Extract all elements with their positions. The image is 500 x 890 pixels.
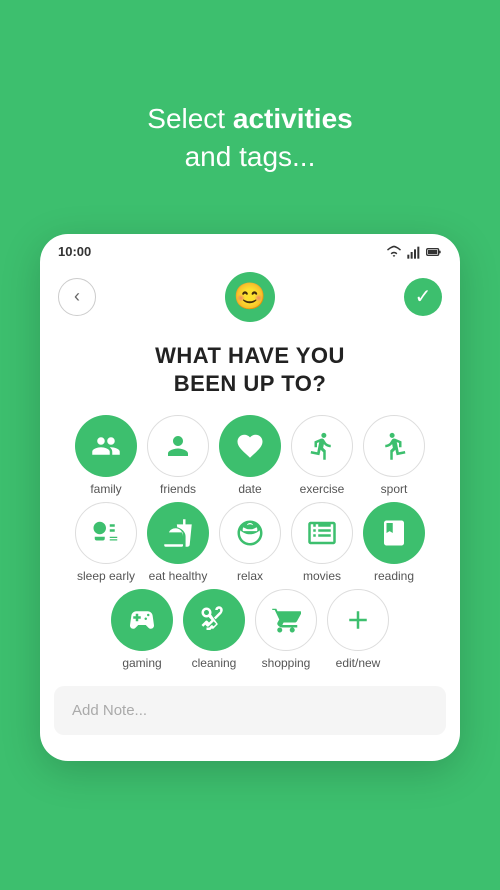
family-icon [91,431,121,461]
reading-circle [363,502,425,564]
activities-grid: family friends date [40,415,460,670]
date-label: date [238,482,261,496]
cleaning-circle [183,589,245,651]
friends-icon [163,431,193,461]
relax-icon [235,518,265,548]
movies-label: movies [303,569,341,583]
activity-eat-healthy[interactable]: eat healthy [147,502,209,583]
activity-movies[interactable]: movies [291,502,353,583]
activity-reading[interactable]: reading [363,502,425,583]
emoji-icon: 😊 [225,272,275,322]
activity-row-1: family friends date [75,415,425,496]
date-circle [219,415,281,477]
activity-friends[interactable]: friends [147,415,209,496]
shopping-icon [271,605,301,635]
sport-circle [363,415,425,477]
eat-circle [147,502,209,564]
signal-icon [406,244,422,260]
reading-label: reading [374,569,414,583]
activity-exercise[interactable]: exercise [291,415,353,496]
header-text: Select activities and tags... [147,100,352,176]
emoji-face: 😊 [234,281,266,312]
family-label: family [90,482,121,496]
plus-icon [343,605,373,635]
activity-sleep-early[interactable]: sleep early [75,502,137,583]
cleaning-label: cleaning [192,656,237,670]
exercise-icon [307,431,337,461]
battery-icon [426,244,442,260]
activity-row-3: gaming cleaning shopping [111,589,389,670]
activity-row-2: sleep early eat healthy relax [75,502,425,583]
sport-icon [379,431,409,461]
sleep-icon [91,518,121,548]
wifi-icon [386,244,402,260]
activity-gaming[interactable]: gaming [111,589,173,670]
gaming-circle [111,589,173,651]
sleep-circle [75,502,137,564]
gaming-icon [127,605,157,635]
eat-label: eat healthy [149,569,208,583]
edit-label: edit/new [336,656,381,670]
shopping-circle [255,589,317,651]
date-icon [235,431,265,461]
friends-circle [147,415,209,477]
exercise-label: exercise [300,482,345,496]
shopping-label: shopping [262,656,311,670]
status-time: 10:00 [58,244,91,259]
gaming-label: gaming [122,656,161,670]
sport-label: sport [381,482,408,496]
activity-date[interactable]: date [219,415,281,496]
header-line2: and tags... [185,141,316,172]
activity-family[interactable]: family [75,415,137,496]
back-button[interactable]: ‹ [58,278,96,316]
activity-edit-new[interactable]: edit/new [327,589,389,670]
phone-card: 10:00 ‹ 😊 ✓ WHAT HAVE YOUBEEN UP TO? [40,234,460,761]
exercise-circle [291,415,353,477]
movies-circle [291,502,353,564]
eat-icon [163,518,193,548]
movies-icon [307,518,337,548]
activity-sport[interactable]: sport [363,415,425,496]
sleep-label: sleep early [77,569,135,583]
header-bold: activities [233,103,353,134]
activity-relax[interactable]: relax [219,502,281,583]
add-note-area[interactable]: Add Note... [54,686,446,735]
status-icons [386,244,442,260]
check-button[interactable]: ✓ [404,278,442,316]
status-bar: 10:00 [40,234,460,266]
cleaning-icon [199,605,229,635]
question-text: WHAT HAVE YOUBEEN UP TO? [40,332,460,415]
reading-icon [379,518,409,548]
activity-cleaning[interactable]: cleaning [183,589,245,670]
top-bar: ‹ 😊 ✓ [40,266,460,332]
relax-circle [219,502,281,564]
relax-label: relax [237,569,263,583]
note-placeholder: Add Note... [72,702,147,719]
header-section: Select activities and tags... [147,50,352,206]
family-circle [75,415,137,477]
activity-shopping[interactable]: shopping [255,589,317,670]
edit-circle [327,589,389,651]
friends-label: friends [160,482,196,496]
